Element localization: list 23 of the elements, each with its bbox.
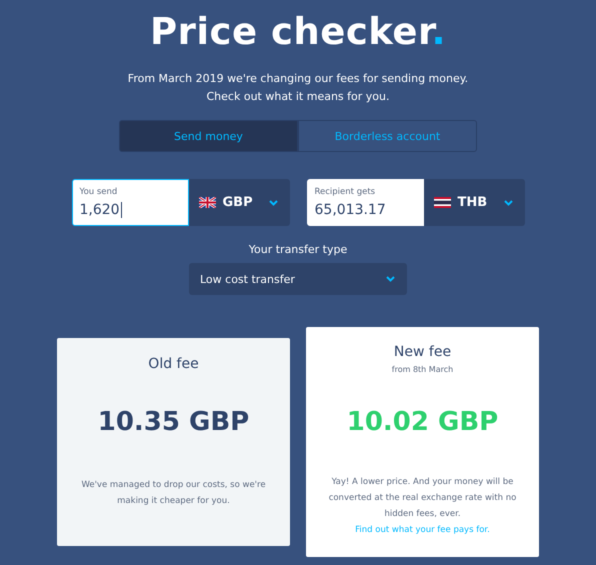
card-title: New fee <box>394 344 452 360</box>
subtitle: Check out what it means for you. <box>206 89 390 105</box>
card-title: Old fee <box>148 356 199 372</box>
chevron-down-icon <box>504 200 512 206</box>
chevron-down-icon <box>386 276 395 282</box>
chevron-down-icon <box>268 200 278 206</box>
transfer-type-label: Your transfer type <box>248 243 348 256</box>
amount-field[interactable]: Recipient gets 65,013.17 <box>306 179 424 226</box>
subtitle: From March 2019 we're changing our fees for sending money. <box>128 71 468 87</box>
flag-icon <box>198 197 216 208</box>
transfer-type-select[interactable]: Low cost transfer <box>189 263 407 295</box>
currency-select[interactable]: GBP <box>188 179 290 226</box>
tab[interactable]: Borderless account <box>298 120 477 152</box>
amount-field[interactable]: You send 1,620 <box>72 179 188 226</box>
currency-select[interactable]: THB <box>424 179 524 226</box>
fee-amount: 10.35 GBP <box>98 407 250 437</box>
page-title: Price checker. <box>150 10 446 54</box>
tab[interactable]: Send money <box>119 120 298 152</box>
card-subtitle: from 8th March <box>392 365 454 374</box>
fee-description: We've managed to drop our costs, so we're making it cheaper for you. <box>80 479 267 508</box>
fee-amount: 10.02 GBP <box>346 407 498 437</box>
flag-icon <box>434 197 450 208</box>
fee-description: Yay! A lower price. And your money will be converted at the real exchange rate with no hidden fees, ever. Find out what your fee pays for. <box>328 476 518 537</box>
